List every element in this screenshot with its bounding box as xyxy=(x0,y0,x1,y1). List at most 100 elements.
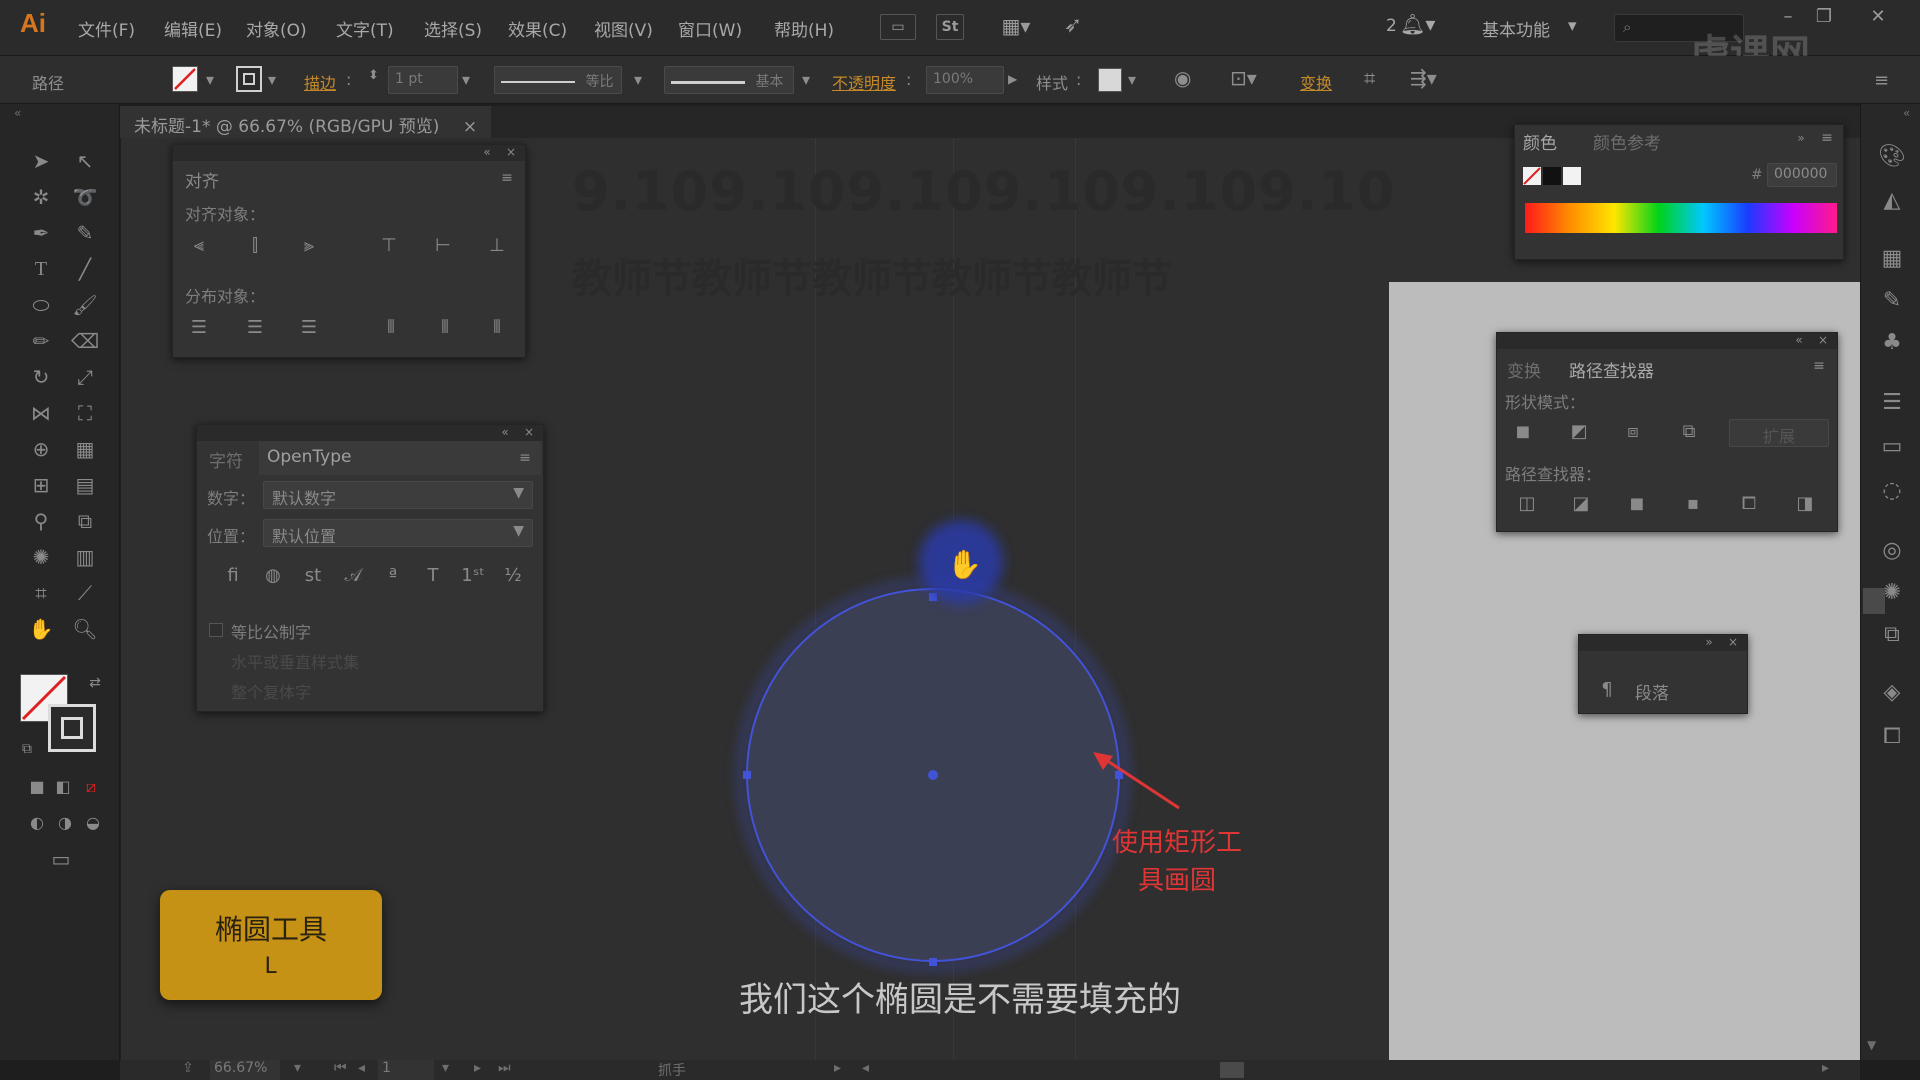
eraser-tool-icon[interactable]: ⌫ xyxy=(70,326,100,356)
artboard-dropdown-icon[interactable]: ▾ xyxy=(442,1060,449,1076)
symbol-sprayer-tool-icon[interactable]: ✺ xyxy=(26,542,56,572)
minus-back-icon[interactable]: ◨ xyxy=(1793,493,1817,515)
close-panel-icon[interactable]: × xyxy=(1721,631,1745,653)
menu-view[interactable]: 视图(V) xyxy=(594,16,653,41)
swap-fill-stroke-icon[interactable]: ⇄ xyxy=(80,668,110,698)
discretionary-ligatures-icon[interactable]: st xyxy=(301,565,325,587)
proportional-checkbox[interactable] xyxy=(209,623,223,637)
style-dropdown-icon[interactable]: ▾ xyxy=(1128,70,1136,89)
none-swatch[interactable] xyxy=(1523,167,1541,185)
expand-dock-icon[interactable]: « xyxy=(1903,106,1910,120)
close-window-icon[interactable]: ✕ xyxy=(1864,6,1892,28)
opacity-panel-link[interactable]: 不透明度 xyxy=(832,70,896,94)
stroke-swatch[interactable] xyxy=(236,66,262,92)
artboard-text-line1[interactable]: 9.109.109.109.109.109.10 xyxy=(572,160,1395,223)
menu-window[interactable]: 窗口(W) xyxy=(678,16,742,41)
transform-panel-link[interactable]: 变换 xyxy=(1300,70,1332,94)
artboard-tool-icon[interactable]: ⌗ xyxy=(26,578,56,608)
menu-select[interactable]: 选择(S) xyxy=(424,16,482,41)
tab-opentype[interactable]: OpenType xyxy=(267,447,351,467)
stroke-color-swatch[interactable] xyxy=(48,704,96,752)
magic-wand-tool-icon[interactable]: ✲ xyxy=(26,182,56,212)
last-artboard-icon[interactable]: ⏭ xyxy=(498,1060,511,1076)
ordinals-icon[interactable]: 1ˢᵗ xyxy=(461,565,485,587)
number-dropdown[interactable]: 默认数字 ▼ xyxy=(263,481,533,509)
stock-button[interactable]: St xyxy=(936,14,964,40)
distribute-top-icon[interactable]: ☰ xyxy=(187,317,211,339)
arrange-documents-icon[interactable]: ▦▾ xyxy=(994,14,1038,40)
menu-edit[interactable]: 编辑(E) xyxy=(164,16,222,41)
tab-character[interactable]: 字符 xyxy=(209,447,243,472)
shape-builder-tool-icon[interactable]: ⊕ xyxy=(26,434,56,464)
scroll-left-icon[interactable]: ◂ xyxy=(862,1060,869,1076)
merge-icon[interactable]: ◼ xyxy=(1625,493,1649,515)
stroke-weight-input[interactable]: 1 pt xyxy=(388,66,458,94)
opacity-input[interactable]: 100% xyxy=(926,66,1004,94)
bridge-icon[interactable]: ▭ xyxy=(880,14,916,40)
layers-icon[interactable]: ◈ xyxy=(1877,678,1907,708)
stroke-panel-icon[interactable]: ☰ xyxy=(1877,388,1907,418)
lasso-tool-icon[interactable]: ➰ xyxy=(70,182,100,212)
gradient-panel-icon[interactable]: ▭ xyxy=(1877,432,1907,462)
scroll-right-icon[interactable]: ▸ xyxy=(1822,1060,1829,1076)
color-spectrum[interactable] xyxy=(1525,203,1837,233)
default-fill-stroke-icon[interactable]: ⧉ xyxy=(12,734,42,764)
none-mode-icon[interactable]: ⧄ xyxy=(76,772,106,802)
next-artboard-icon[interactable]: ▸ xyxy=(474,1060,481,1076)
ligatures-icon[interactable]: ﬁ xyxy=(221,565,245,587)
crop-icon[interactable]: ▪ xyxy=(1681,493,1705,515)
gpu-performance-icon[interactable]: ➶ xyxy=(1056,14,1090,40)
align-right-icon[interactable]: ⫸ xyxy=(297,235,321,257)
graphic-style-swatch[interactable] xyxy=(1098,68,1122,92)
arrange-menu-icon[interactable]: ⇶▾ xyxy=(1410,66,1437,90)
distribute-vertical-center-icon[interactable]: ☰ xyxy=(243,317,267,339)
collapse-panel-icon[interactable]: « xyxy=(493,421,517,443)
fill-none-swatch[interactable] xyxy=(172,66,198,92)
unite-icon[interactable]: ◼ xyxy=(1511,421,1535,443)
align-vertical-center-icon[interactable]: ⊢ xyxy=(431,235,455,257)
brush-dropdown-icon[interactable]: ▾ xyxy=(802,70,810,89)
panel-menu-icon[interactable]: ≡ xyxy=(495,167,519,189)
stylistic-alternates-icon[interactable]: ª xyxy=(381,565,405,587)
artboard-number-input[interactable]: 1 xyxy=(378,1060,434,1080)
tab-color-guide[interactable]: 颜色参考 xyxy=(1593,129,1661,154)
draw-inside-icon[interactable]: ◒ xyxy=(78,808,108,838)
mesh-tool-icon[interactable]: ⊞ xyxy=(26,470,56,500)
paintbrush-tool-icon[interactable]: 🖌︎ xyxy=(70,290,100,320)
swatches-icon[interactable]: ▦ xyxy=(1877,244,1907,274)
zoom-dropdown-icon[interactable]: ▾ xyxy=(294,1060,301,1076)
profile-dropdown-icon[interactable]: ▾ xyxy=(634,70,642,89)
ellipse-tool-icon[interactable]: ⬭ xyxy=(26,290,56,320)
anchor-point-left[interactable] xyxy=(743,771,751,779)
zoom-level-input[interactable]: 66.67% xyxy=(210,1060,280,1080)
collapse-panel-icon[interactable]: » xyxy=(1697,631,1721,653)
distribute-bottom-icon[interactable]: ☰ xyxy=(297,317,321,339)
workspace-dropdown-icon[interactable]: ▾ xyxy=(1568,16,1577,36)
symbols-icon[interactable]: ♣ xyxy=(1877,328,1907,358)
close-panel-icon[interactable]: × xyxy=(499,141,523,163)
workspace-switcher[interactable]: 基本功能 xyxy=(1482,16,1550,41)
minus-front-icon[interactable]: ◩ xyxy=(1567,421,1591,443)
scale-tool-icon[interactable]: ⤢ xyxy=(70,362,100,392)
collapse-panel-icon[interactable]: « xyxy=(1787,329,1811,351)
selection-tool-icon[interactable]: ➤ xyxy=(26,146,56,176)
stroke-stepper[interactable]: ⬍ xyxy=(368,68,379,83)
eyedropper-tool-icon[interactable]: ⚲ xyxy=(26,506,56,536)
type-tool-icon[interactable]: T xyxy=(26,254,56,284)
distribute-horizontal-center-icon[interactable]: ⦀ xyxy=(433,317,457,339)
collapse-toolbar-icon[interactable]: « xyxy=(14,106,21,120)
stroke-weight-dropdown-icon[interactable]: ▾ xyxy=(462,70,470,89)
isolate-object-icon[interactable]: ⌗ xyxy=(1364,66,1375,90)
collapse-panel-icon[interactable]: « xyxy=(475,141,499,163)
first-artboard-icon[interactable]: ⏮ xyxy=(334,1060,347,1076)
intersect-icon[interactable]: ⧈ xyxy=(1621,421,1645,443)
tab-transform[interactable]: 变换 xyxy=(1507,357,1541,382)
transparency-icon[interactable]: ◌ xyxy=(1877,476,1907,506)
menu-help[interactable]: 帮助(H) xyxy=(774,16,834,41)
curvature-tool-icon[interactable]: ✎ xyxy=(70,218,100,248)
align-horizontal-center-icon[interactable]: ⫿ xyxy=(243,235,267,257)
gradient-tool-icon[interactable]: ▤ xyxy=(70,470,100,500)
contextual-alternates-icon[interactable]: ◍ xyxy=(261,565,285,587)
divide-icon[interactable]: ◫ xyxy=(1515,493,1539,515)
outline-icon[interactable]: ⧠ xyxy=(1737,493,1761,515)
